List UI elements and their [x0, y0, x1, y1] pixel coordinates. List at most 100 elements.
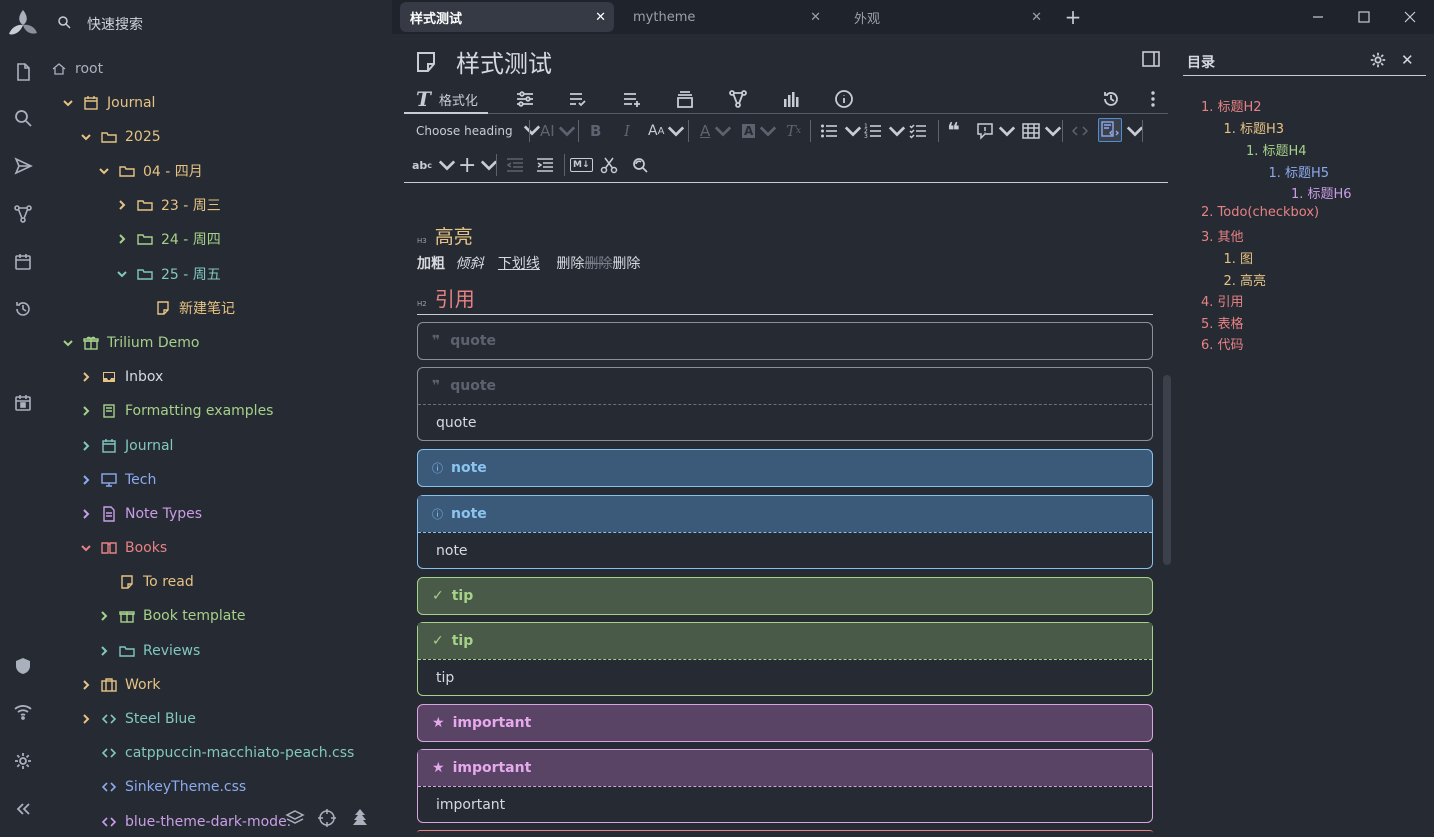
chevron-right-icon[interactable]: [79, 712, 93, 726]
today-icon[interactable]: [10, 390, 36, 416]
ribbon-list-check-icon[interactable]: [568, 84, 588, 114]
ribbon-sliders-icon[interactable]: [515, 84, 535, 114]
toc-item[interactable]: 5. 表格: [1201, 313, 1244, 332]
chevron-down-icon[interactable]: [115, 267, 129, 281]
bold-button[interactable]: B: [590, 119, 601, 143]
outdent-button[interactable]: [506, 153, 524, 177]
new-note-icon[interactable]: [10, 59, 36, 85]
chevron-right-icon[interactable]: [79, 507, 93, 521]
new-tab-button[interactable]: +: [1064, 5, 1082, 29]
tree-icon[interactable]: [351, 808, 369, 828]
markdown-import-button[interactable]: M↓: [570, 153, 593, 177]
chevron-down-icon[interactable]: [61, 336, 75, 350]
crosshair-icon[interactable]: [317, 808, 337, 828]
todo-list-button[interactable]: [909, 119, 927, 143]
tab-appearance[interactable]: 外观 ✕: [844, 2, 1050, 32]
cut-icon[interactable]: [600, 153, 618, 177]
chevron-right-icon[interactable]: [79, 678, 93, 692]
remove-format-button[interactable]: Tx: [786, 119, 801, 143]
ribbon-tab-format[interactable]: T 格式化: [416, 84, 478, 114]
tree-item-note-types[interactable]: Note Types: [79, 499, 202, 529]
note-title[interactable]: 样式测试: [456, 44, 552, 79]
graph-icon[interactable]: [10, 201, 36, 227]
tree-item-inbox[interactable]: Inbox: [79, 362, 163, 392]
tree-item-catppuccin[interactable]: catppuccin-macchiato-peach.css: [101, 738, 354, 768]
send-icon[interactable]: [10, 153, 36, 179]
tree-item-books[interactable]: Books: [79, 533, 167, 563]
chevron-right-icon[interactable]: [115, 198, 129, 212]
chevron-down-icon[interactable]: [79, 130, 93, 144]
toc-item[interactable]: 1. 图: [1224, 248, 1254, 267]
toc-item[interactable]: 4. 引用: [1201, 291, 1244, 310]
close-icon[interactable]: ✕: [810, 10, 821, 25]
toc-item[interactable]: 6. 代码: [1201, 334, 1244, 353]
quote-block[interactable]: ❞ quote quote: [417, 367, 1153, 441]
chevron-right-icon[interactable]: [97, 644, 111, 658]
ribbon-history-icon[interactable]: [1101, 84, 1121, 114]
italic-button[interactable]: I: [624, 119, 630, 143]
inline-code-button[interactable]: [1071, 119, 1089, 143]
tree-item-day23[interactable]: 23 - 周三: [115, 190, 221, 220]
ribbon-chart-icon[interactable]: [781, 84, 801, 114]
bulleted-list-button[interactable]: [820, 119, 862, 143]
tree-item-new-note[interactable]: 新建笔记: [155, 293, 235, 323]
tree-item-sinkey[interactable]: SinkeyTheme.css: [101, 772, 246, 802]
search-icon[interactable]: [10, 105, 36, 131]
code-block-button[interactable]: [1098, 118, 1122, 142]
chevron-down-icon[interactable]: [61, 96, 75, 110]
tree-item-april[interactable]: 04 - 四月: [97, 156, 203, 186]
tree-item-reviews[interactable]: Reviews: [97, 636, 200, 666]
toc-item[interactable]: 2. Todo(checkbox): [1201, 205, 1319, 220]
find-replace-icon[interactable]: [631, 153, 649, 177]
tip-callout-empty[interactable]: ✓ tip: [417, 577, 1153, 615]
settings-icon[interactable]: [10, 748, 36, 774]
tree-item-day25[interactable]: 25 - 周五: [115, 259, 221, 289]
tree-item-to-read[interactable]: To read: [119, 567, 194, 597]
numbered-list-button[interactable]: 123: [864, 119, 906, 143]
tab-style-test[interactable]: 样式测试 ✕: [400, 2, 614, 32]
collapse-icon[interactable]: [10, 796, 36, 822]
toggle-sidebar-icon[interactable]: [1141, 49, 1161, 73]
insert-button[interactable]: +: [458, 153, 498, 178]
paragraph-formatting[interactable]: 加粗 倾斜 下划线 删除删除删除: [417, 253, 1153, 273]
special-chars-button[interactable]: ab c: [412, 153, 456, 177]
toc-item[interactable]: 1. 标题H6: [1291, 183, 1352, 202]
window-close-icon[interactable]: [1401, 8, 1419, 26]
close-icon[interactable]: ✕: [595, 10, 606, 25]
note-callout-empty[interactable]: ⓘ note: [417, 449, 1153, 487]
indent-button[interactable]: [536, 153, 554, 177]
toc-item[interactable]: 1. 标题H4: [1246, 140, 1307, 159]
tip-callout[interactable]: ✓ tip tip: [417, 622, 1153, 696]
tree-item-2025[interactable]: 2025: [79, 122, 161, 152]
note-callout[interactable]: ⓘ note note: [417, 495, 1153, 569]
important-callout[interactable]: ★ important important: [417, 749, 1153, 823]
tree-item-journal[interactable]: Journal: [61, 88, 155, 118]
tab-mytheme[interactable]: mytheme ✕: [623, 2, 829, 32]
tree-item-journal2[interactable]: Journal: [79, 431, 173, 461]
tree-item-book-template[interactable]: Book template: [97, 601, 246, 631]
logo-icon[interactable]: [6, 8, 40, 42]
close-icon[interactable]: ✕: [1031, 10, 1042, 25]
table-button[interactable]: [1022, 119, 1062, 143]
font-color-button[interactable]: A: [700, 119, 732, 143]
content-scrollbar[interactable]: [1163, 375, 1171, 565]
toc-item[interactable]: 1. 标题H3: [1224, 118, 1285, 137]
blockquote-button[interactable]: ❝: [947, 119, 960, 144]
chevron-right-icon[interactable]: [79, 439, 93, 453]
quote-block-empty[interactable]: ❞ quote: [417, 322, 1153, 360]
important-callout-empty[interactable]: ★ important: [417, 704, 1153, 742]
heading-h2[interactable]: H2 引用: [417, 286, 1153, 315]
tree-item-root[interactable]: root: [51, 54, 103, 84]
gear-icon[interactable]: [1369, 51, 1387, 73]
wifi-icon[interactable]: [10, 698, 36, 724]
ribbon-more-icon[interactable]: [1143, 84, 1163, 114]
ribbon-list-add-icon[interactable]: [622, 84, 642, 114]
chevron-right-icon[interactable]: [79, 473, 93, 487]
ribbon-graph-icon[interactable]: [728, 84, 748, 114]
chevron-right-icon[interactable]: [79, 404, 93, 418]
ribbon-info-icon[interactable]: [834, 84, 854, 114]
tree-item-tech[interactable]: Tech: [79, 465, 156, 495]
chevron-right-icon[interactable]: [97, 609, 111, 623]
toc-item[interactable]: 1. 标题H2: [1201, 96, 1262, 115]
font-size-button[interactable]: AI: [540, 119, 576, 143]
